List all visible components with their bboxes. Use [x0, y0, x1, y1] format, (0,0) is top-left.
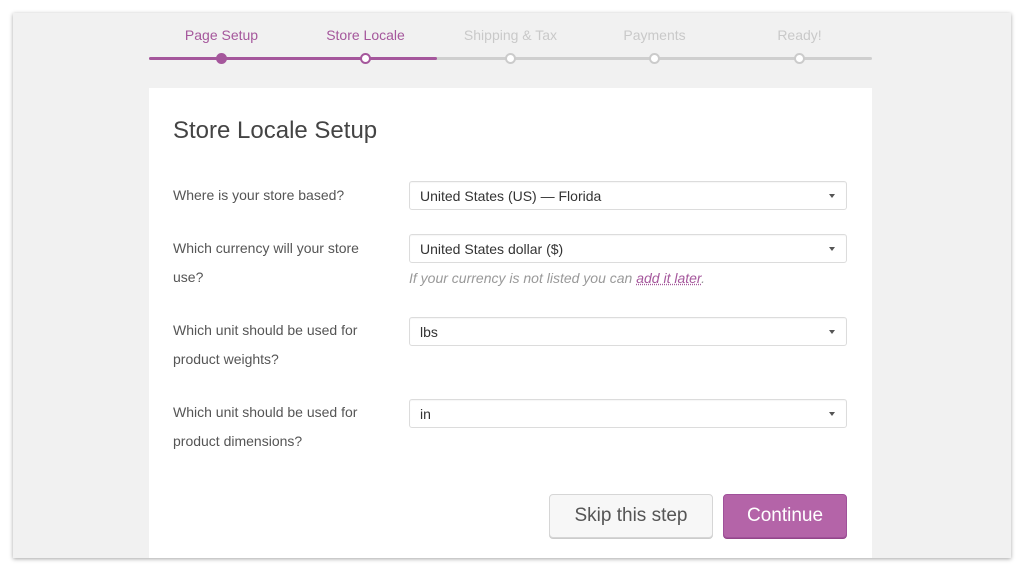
- step-label: Ready!: [777, 27, 822, 43]
- caret-down-icon: [829, 247, 835, 251]
- step-label: Page Setup: [184, 27, 259, 43]
- help-prefix: If your currency is not listed you can: [409, 270, 637, 286]
- weight-unit-label: Which unit should be used for product we…: [173, 322, 358, 367]
- help-suffix: .: [701, 270, 705, 286]
- step-dot-icon: [794, 53, 805, 64]
- step-dot-icon: [216, 53, 227, 64]
- store-locale-card: Store Locale Setup Where is your store b…: [149, 88, 872, 558]
- select-value: United States dollar ($): [420, 241, 564, 257]
- setup-steps: Page Setup Store Locale Shipping & Tax P…: [149, 13, 872, 73]
- step-payments: Payments: [582, 13, 727, 73]
- skip-step-button[interactable]: Skip this step: [549, 494, 713, 538]
- currency-label: Which currency will your store use?: [173, 240, 359, 285]
- currency-select[interactable]: United States dollar ($): [409, 234, 847, 263]
- step-store-locale[interactable]: Store Locale: [293, 13, 438, 73]
- dimension-unit-label: Which unit should be used for product di…: [173, 404, 358, 449]
- store-location-label: Where is your store based?: [173, 187, 345, 203]
- step-shipping-tax: Shipping & Tax: [438, 13, 583, 73]
- continue-button[interactable]: Continue: [723, 494, 847, 538]
- caret-down-icon: [829, 330, 835, 334]
- select-value: United States (US) — Florida: [420, 188, 602, 204]
- currency-help-text: If your currency is not listed you can a…: [409, 270, 705, 286]
- dimension-unit-select[interactable]: in: [409, 399, 847, 428]
- step-label: Store Locale: [326, 27, 405, 43]
- setup-wizard-frame: Page Setup Store Locale Shipping & Tax P…: [13, 13, 1011, 558]
- step-dot-icon: [360, 53, 371, 64]
- step-label: Payments: [623, 27, 686, 43]
- weight-unit-select[interactable]: lbs: [409, 317, 847, 346]
- add-currency-later-link[interactable]: add it later: [636, 270, 701, 286]
- step-dot-icon: [649, 53, 660, 64]
- select-value: in: [420, 406, 431, 422]
- store-location-select[interactable]: United States (US) — Florida: [409, 181, 847, 210]
- step-page-setup[interactable]: Page Setup: [149, 13, 294, 73]
- step-label: Shipping & Tax: [463, 27, 558, 43]
- select-value: lbs: [420, 324, 438, 340]
- page-title: Store Locale Setup: [173, 117, 378, 144]
- step-ready: Ready!: [727, 13, 872, 73]
- caret-down-icon: [829, 412, 835, 416]
- caret-down-icon: [829, 194, 835, 198]
- step-dot-icon: [505, 53, 516, 64]
